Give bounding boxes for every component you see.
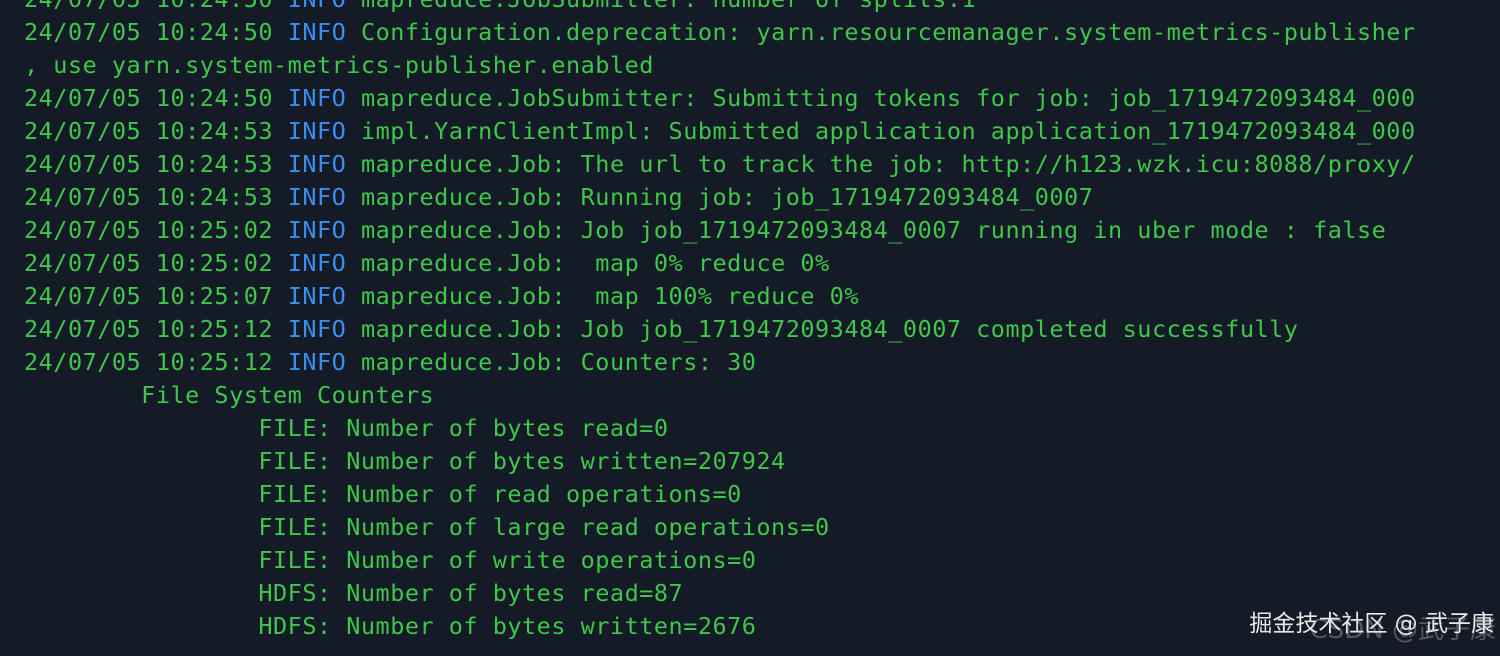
- log-timestamp: 24/07/05 10:24:53: [24, 183, 274, 211]
- log-timestamp: 24/07/05 10:25:02: [24, 249, 274, 277]
- log-line: 24/07/05 10:25:12 INFO mapreduce.Job: Co…: [24, 346, 1500, 379]
- log-line: FILE: Number of bytes written=207924: [24, 445, 1500, 478]
- log-text: FILE: Number of write operations=0: [24, 546, 757, 574]
- log-timestamp: 24/07/05 10:24:50: [24, 0, 273, 13]
- log-text: FILE: Number of read operations=0: [24, 480, 742, 508]
- log-level: INFO: [287, 183, 347, 211]
- log-text: File System Counters: [24, 381, 435, 409]
- log-level: INFO: [287, 216, 347, 244]
- log-line: FILE: Number of write operations=0: [24, 544, 1500, 577]
- log-message: mapreduce.Job: Job job_1719472093484_000…: [360, 216, 1387, 244]
- log-line: 24/07/05 10:24:50 INFO Configuration.dep…: [24, 16, 1500, 49]
- log-timestamp: 24/07/05 10:24:50: [24, 84, 274, 112]
- log-text: HDFS: Number of bytes read=87: [24, 579, 684, 607]
- log-line: FILE: Number of large read operations=0: [24, 511, 1500, 544]
- log-timestamp: 24/07/05 10:25:12: [24, 315, 274, 343]
- log-timestamp: 24/07/05 10:24:50: [24, 18, 274, 46]
- log-line: 24/07/05 10:25:02 INFO mapreduce.Job: Jo…: [24, 214, 1500, 247]
- log-message: mapreduce.Job: Running job: job_17194720…: [360, 183, 1094, 211]
- log-text: FILE: Number of bytes read=0: [24, 414, 669, 442]
- terminal-window[interactable]: 24/07/05 10:24:50 INFO mapreduce.JobSubm…: [0, 0, 1500, 656]
- log-message: mapreduce.Job: Counters: 30: [360, 348, 757, 376]
- log-level: INFO: [287, 249, 347, 277]
- log-level: INFO: [288, 0, 347, 13]
- log-timestamp: 24/07/05 10:24:53: [24, 117, 274, 145]
- log-level: INFO: [287, 150, 347, 178]
- log-timestamp: 24/07/05 10:25:12: [24, 348, 274, 376]
- log-message: mapreduce.JobSubmitter: number of splits…: [361, 0, 976, 13]
- log-message: mapreduce.Job: The url to track the job:…: [360, 150, 1416, 178]
- log-line: , use yarn.system-metrics-publisher.enab…: [24, 49, 1500, 82]
- log-timestamp: 24/07/05 10:24:53: [24, 150, 274, 178]
- log-level: INFO: [287, 117, 347, 145]
- log-timestamp: 24/07/05 10:25:07: [24, 282, 274, 310]
- log-timestamp: 24/07/05 10:25:02: [24, 216, 274, 244]
- log-line: 24/07/05 10:25:12 INFO mapreduce.Job: Jo…: [24, 313, 1500, 346]
- log-level: INFO: [287, 282, 347, 310]
- log-text: HDFS: Number of bytes written=2676: [24, 612, 757, 640]
- log-line: 24/07/05 10:24:53 INFO mapreduce.Job: Ru…: [24, 181, 1500, 214]
- log-line: 24/07/05 10:24:53 INFO mapreduce.Job: Th…: [24, 148, 1500, 181]
- log-line: 24/07/05 10:25:02 INFO mapreduce.Job: ma…: [24, 247, 1500, 280]
- log-line: FILE: Number of read operations=0: [24, 478, 1500, 511]
- log-line: 24/07/05 10:24:50 INFO mapreduce.JobSubm…: [24, 0, 1500, 16]
- log-message: mapreduce.Job: Job job_1719472093484_000…: [360, 315, 1299, 343]
- log-line: 24/07/05 10:24:53 INFO impl.YarnClientIm…: [24, 115, 1500, 148]
- log-line: FILE: Number of bytes read=0: [24, 412, 1500, 445]
- watermark-juejin: 掘金技术社区 @ 武子康: [1249, 611, 1494, 637]
- log-text: FILE: Number of large read operations=0: [24, 513, 830, 541]
- log-text: FILE: Number of bytes written=207924: [24, 447, 786, 475]
- log-level: INFO: [287, 84, 347, 112]
- log-line: 24/07/05 10:24:50 INFO mapreduce.JobSubm…: [24, 82, 1500, 115]
- log-message: mapreduce.Job: map 0% reduce 0%: [360, 249, 830, 277]
- log-message: mapreduce.JobSubmitter: Submitting token…: [360, 84, 1416, 112]
- log-level: INFO: [287, 348, 347, 376]
- log-level: INFO: [287, 315, 347, 343]
- log-line: 24/07/05 10:25:07 INFO mapreduce.Job: ma…: [24, 280, 1500, 313]
- log-message: impl.YarnClientImpl: Submitted applicati…: [360, 117, 1416, 145]
- log-text: , use yarn.system-metrics-publisher.enab…: [24, 51, 654, 79]
- log-line: File System Counters: [24, 379, 1500, 412]
- terminal-output: 24/07/05 10:24:50 INFO mapreduce.JobSubm…: [24, 0, 1500, 643]
- log-message: Configuration.deprecation: yarn.resource…: [360, 18, 1416, 46]
- log-message: mapreduce.Job: map 100% reduce 0%: [360, 282, 859, 310]
- log-level: INFO: [287, 18, 347, 46]
